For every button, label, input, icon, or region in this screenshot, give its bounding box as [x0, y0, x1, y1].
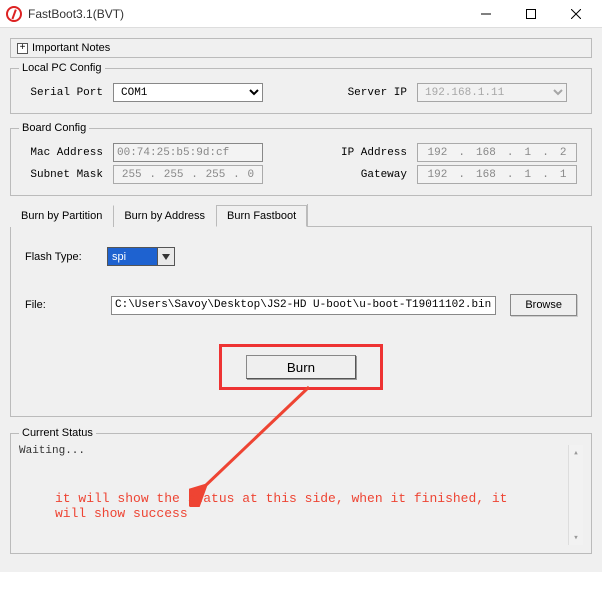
gateway-label: Gateway	[323, 169, 407, 181]
serial-port-label: Serial Port	[19, 87, 103, 99]
titlebar: FastBoot3.1(BVT)	[0, 0, 602, 28]
burn-highlight-box: Burn	[219, 344, 383, 390]
tab-bar: Burn by Partition Burn by Address Burn F…	[10, 204, 592, 227]
important-notes-group[interactable]: + Important Notes	[10, 38, 592, 58]
chevron-down-icon	[157, 248, 174, 265]
expand-icon[interactable]: +	[17, 43, 28, 54]
status-scrollbar[interactable]: ▴ ▾	[568, 445, 583, 545]
tab-burn-by-address[interactable]: Burn by Address	[113, 205, 216, 227]
tab-burn-fastboot[interactable]: Burn Fastboot	[216, 205, 307, 227]
serial-port-select[interactable]: COM1	[113, 83, 263, 102]
browse-button[interactable]: Browse	[510, 294, 577, 316]
file-label: File:	[25, 299, 97, 311]
board-config-legend: Board Config	[19, 122, 89, 134]
server-ip-label: Server IP	[323, 87, 407, 99]
gateway-input[interactable]: 192. 168. 1. 1	[417, 165, 577, 184]
tab-content: Flash Type: spi File: Browse Burn	[10, 227, 592, 417]
subnet-input[interactable]: 255. 255. 255. 0	[113, 165, 263, 184]
local-pc-config-legend: Local PC Config	[19, 62, 105, 74]
minimize-button[interactable]	[463, 1, 508, 27]
server-ip-select[interactable]: 192.168.1.11	[417, 83, 567, 102]
subnet-label: Subnet Mask	[19, 169, 103, 181]
scroll-down-icon[interactable]: ▾	[569, 530, 583, 545]
maximize-button[interactable]	[508, 1, 553, 27]
ip-address-label: IP Address	[323, 147, 407, 159]
status-text: Waiting...	[19, 445, 583, 457]
current-status-group: Current Status Waiting... it will show t…	[10, 427, 592, 554]
tab-burn-by-partition[interactable]: Burn by Partition	[10, 205, 113, 227]
flash-type-select[interactable]: spi	[107, 247, 175, 266]
mac-label: Mac Address	[19, 147, 103, 159]
flash-type-label: Flash Type:	[25, 251, 97, 263]
important-notes-label: Important Notes	[32, 42, 110, 54]
scroll-up-icon[interactable]: ▴	[569, 445, 583, 460]
ip-address-input[interactable]: 192. 168. 1. 2	[417, 143, 577, 162]
current-status-legend: Current Status	[19, 427, 96, 439]
app-icon	[6, 6, 22, 22]
mac-input[interactable]	[113, 143, 263, 162]
file-input[interactable]	[111, 296, 496, 315]
local-pc-config-group: Local PC Config Serial Port COM1 Server …	[10, 62, 592, 114]
burn-button[interactable]: Burn	[246, 355, 356, 379]
annotation-text: it will show the status at this side, wh…	[55, 491, 515, 521]
close-button[interactable]	[553, 1, 598, 27]
board-config-group: Board Config Mac Address IP Address 192.…	[10, 122, 592, 196]
window-title: FastBoot3.1(BVT)	[28, 7, 463, 21]
